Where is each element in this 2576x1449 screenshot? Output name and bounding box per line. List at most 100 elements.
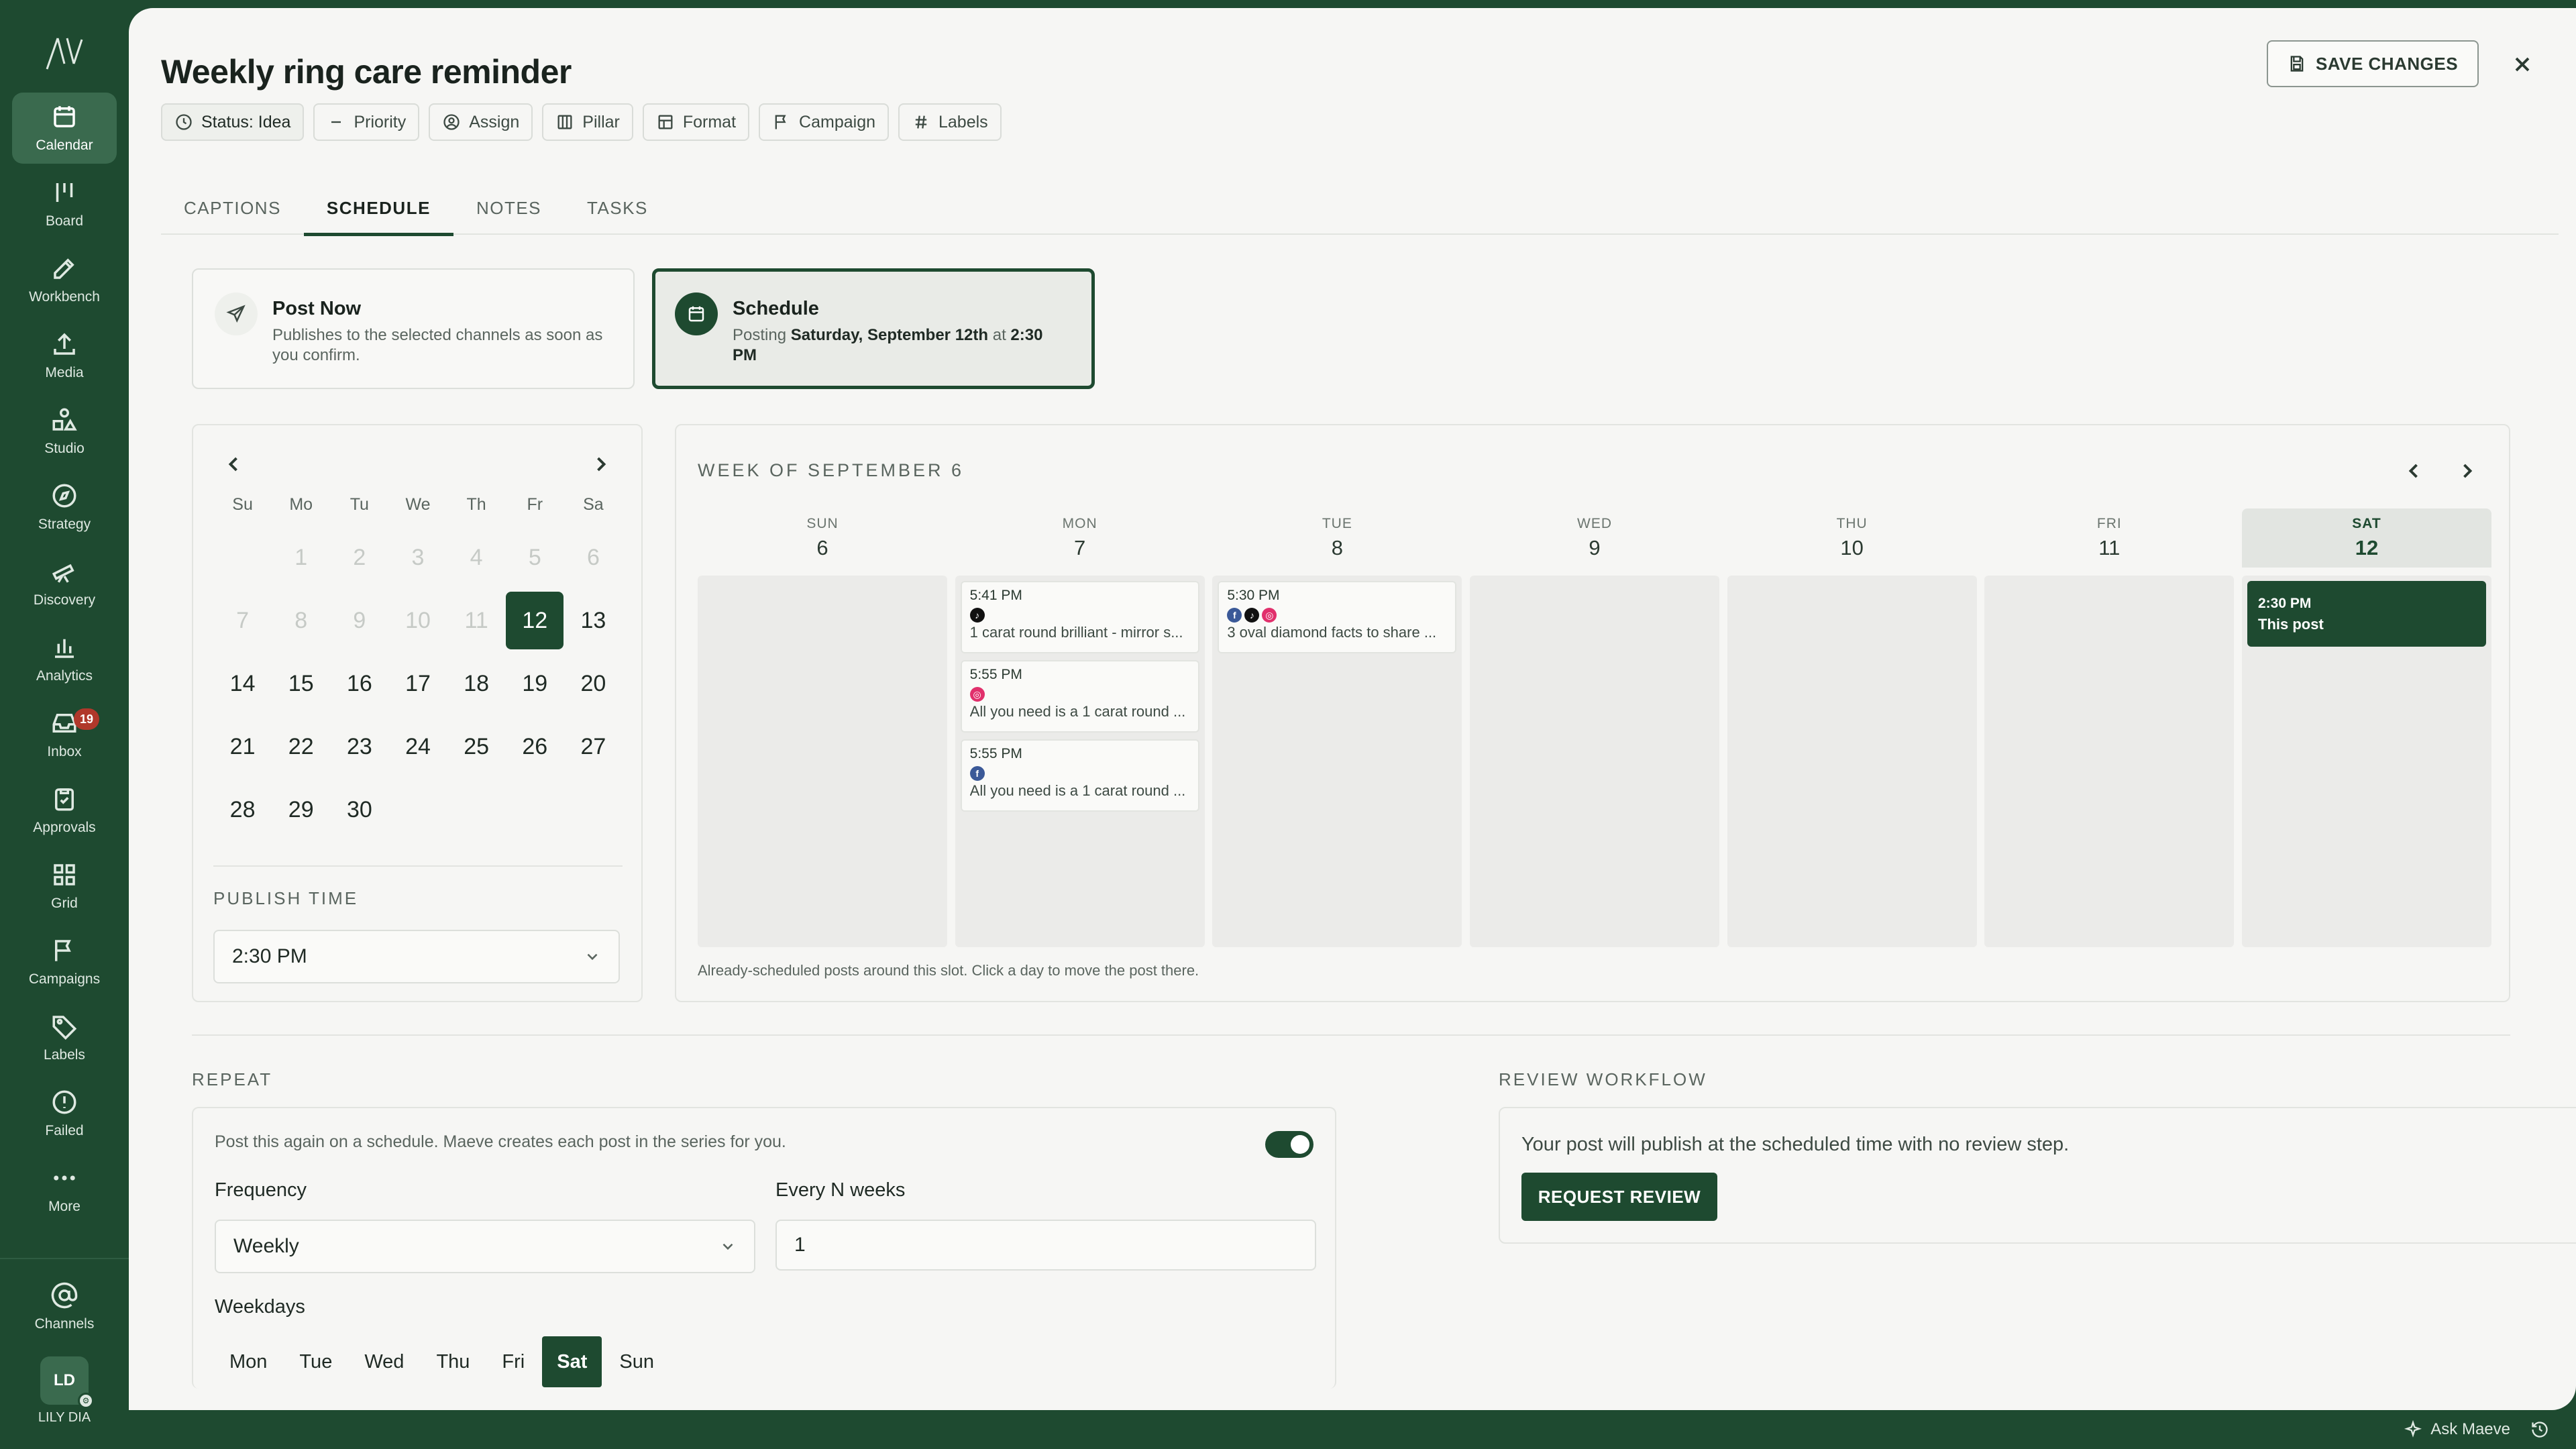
chip-priority[interactable]: Priority	[313, 103, 420, 141]
sidebar-item-strategy[interactable]: Strategy	[12, 472, 117, 543]
avatar[interactable]: LD ⚙	[40, 1356, 94, 1409]
chip-assign[interactable]: Assign	[429, 103, 533, 141]
week-day-tue[interactable]: TUE 8 5:30 PM f ♪ ◎ 3 oval diamond facts t…	[1212, 508, 1462, 947]
flag-icon	[775, 115, 786, 129]
tab-captions[interactable]: CAPTIONS	[161, 181, 304, 235]
sidebar-item-labels[interactable]: Labels	[12, 1002, 117, 1073]
sidebar-item-inbox[interactable]: Inbox 19	[12, 699, 117, 770]
scheduled-post-card[interactable]: 5:30 PM f ♪ ◎ 3 oval diamond facts to shar…	[1218, 581, 1457, 653]
day-slot[interactable]	[1727, 576, 1977, 947]
calendar-day: 11	[447, 589, 506, 652]
day-slot[interactable]	[698, 576, 947, 947]
calendar-day[interactable]: 25	[447, 715, 506, 778]
calendar-day[interactable]: 16	[330, 652, 388, 715]
week-day-sat[interactable]: SAT 12 2:30 PM This post	[2242, 508, 2491, 947]
calendar-day[interactable]: 14	[213, 652, 272, 715]
scheduled-post-card[interactable]: 5:55 PM f All you need is a 1 carat roun…	[960, 739, 1199, 812]
prev-week-button[interactable]	[2402, 459, 2426, 483]
week-day-wed[interactable]: WED 9	[1470, 508, 1719, 947]
calendar-day: 4	[447, 526, 506, 589]
tab-tasks[interactable]: TASKS	[564, 181, 671, 235]
sidebar-item-channels[interactable]: Channels	[12, 1271, 117, 1342]
tab-notes[interactable]: NOTES	[453, 181, 564, 235]
section-divider	[192, 1034, 2510, 1036]
post-now-option[interactable]: Post Now Publishes to the selected chann…	[192, 268, 635, 389]
calendar-day[interactable]: 23	[330, 715, 388, 778]
calendar-day[interactable]: 21	[213, 715, 272, 778]
sidebar-item-media[interactable]: Media	[12, 320, 117, 391]
calendar-day[interactable]: 27	[564, 715, 623, 778]
sidebar-item-grid[interactable]: Grid	[12, 851, 117, 922]
save-changes-button[interactable]: SAVE CHANGES	[2267, 40, 2479, 87]
day-slot[interactable]: 2:30 PM This post	[2242, 576, 2491, 947]
day-name: FRI	[2096, 516, 2122, 531]
sidebar-item-more[interactable]: More	[12, 1154, 117, 1225]
sidebar-item-studio[interactable]: Studio	[12, 396, 117, 467]
day-slot[interactable]: 5:41 PM ♪ 1 carat round brilliant - mirr…	[955, 576, 1205, 947]
calendar-day[interactable]: 26	[506, 715, 564, 778]
day-slot[interactable]	[1470, 576, 1719, 947]
post-now-description: Publishes to the selected channels as so…	[272, 326, 603, 364]
request-review-button[interactable]: REQUEST REVIEW	[1521, 1173, 1717, 1221]
weekday-toggle-thu[interactable]: Thu	[421, 1336, 484, 1387]
calendar-day[interactable]: 19	[506, 652, 564, 715]
app-logo[interactable]	[43, 30, 86, 76]
calendar-day[interactable]: 22	[272, 715, 330, 778]
weekday-toggle-wed[interactable]: Wed	[350, 1336, 419, 1387]
day-slot[interactable]	[1984, 576, 2235, 947]
sidebar-item-approvals[interactable]: Approvals	[12, 775, 117, 846]
week-columns: SUN 6 MON 7 5:41 PM ♪ 1 carat round bril…	[698, 508, 2491, 947]
calendar-day-selected[interactable]: 12	[506, 589, 564, 652]
next-month-button[interactable]	[589, 452, 613, 476]
current-post-card[interactable]: 2:30 PM This post	[2247, 581, 2486, 647]
sidebar-item-board[interactable]: Board	[12, 168, 117, 239]
weekday-toggle-sat[interactable]: Sat	[542, 1336, 602, 1387]
history-icon[interactable]	[2530, 1420, 2549, 1439]
user-profile[interactable]: LD ⚙ LILY DIA	[38, 1356, 94, 1426]
every-n-weeks-input[interactable]: 1	[775, 1220, 1316, 1271]
week-day-sun[interactable]: SUN 6	[698, 508, 947, 947]
calendar-day[interactable]: 29	[272, 778, 330, 841]
weekday-toggle-sun[interactable]: Sun	[604, 1336, 669, 1387]
calendar-day[interactable]: 28	[213, 778, 272, 841]
calendar-day[interactable]: 24	[388, 715, 447, 778]
sidebar-item-discovery[interactable]: Discovery	[12, 547, 117, 619]
calendar-day[interactable]: 15	[272, 652, 330, 715]
calendar-day[interactable]: 17	[388, 652, 447, 715]
chip-campaign[interactable]: Campaign	[759, 103, 889, 141]
calendar-day[interactable]: 18	[447, 652, 506, 715]
prev-month-button[interactable]	[221, 452, 246, 476]
tab-schedule[interactable]: SCHEDULE	[303, 181, 453, 236]
next-week-button[interactable]	[2455, 459, 2479, 483]
calendar-day[interactable]: 20	[564, 652, 623, 715]
day-number: 25	[464, 733, 490, 759]
repeat-toggle[interactable]	[1265, 1131, 1313, 1158]
day-slot[interactable]: 5:30 PM f ♪ ◎ 3 oval diamond facts to shar…	[1212, 576, 1462, 947]
week-day-thu[interactable]: THU 10	[1727, 508, 1977, 947]
weekday-toggle-tue[interactable]: Tue	[284, 1336, 347, 1387]
sidebar-item-campaigns[interactable]: Campaigns	[12, 926, 117, 998]
chip-format[interactable]: Format	[642, 103, 750, 141]
scheduled-post-card[interactable]: 5:41 PM ♪ 1 carat round brilliant - mirr…	[960, 581, 1199, 653]
scheduled-post-card[interactable]: 5:55 PM ◎ All you need is a 1 carat roun…	[960, 660, 1199, 733]
sidebar-item-analytics[interactable]: Analytics	[12, 623, 117, 694]
sidebar-item-failed[interactable]: Failed	[12, 1078, 117, 1149]
week-day-fri[interactable]: FRI 11	[1984, 508, 2235, 947]
weekday-toggle-fri[interactable]: Fri	[487, 1336, 539, 1387]
schedule-option[interactable]: Schedule Posting Saturday, September 12t…	[652, 268, 1095, 389]
page-title: Weekly ring care reminder	[161, 53, 572, 91]
ask-maeve-button[interactable]: Ask Maeve	[2404, 1420, 2510, 1439]
sidebar-item-workbench[interactable]: Workbench	[12, 244, 117, 315]
publish-time-select[interactable]: 2:30 PM	[213, 930, 620, 983]
chip-status-idea[interactable]: Status: Idea	[161, 103, 305, 141]
day-number: 29	[288, 796, 314, 822]
weekday-toggle-mon[interactable]: Mon	[215, 1336, 282, 1387]
chip-pillar[interactable]: Pillar	[542, 103, 633, 141]
calendar-day[interactable]: 13	[564, 589, 623, 652]
calendar-day[interactable]: 30	[330, 778, 388, 841]
frequency-select[interactable]: Weekly	[215, 1220, 755, 1273]
sidebar-item-calendar[interactable]: Calendar	[12, 93, 117, 164]
close-button[interactable]	[2510, 52, 2534, 76]
chip-labels[interactable]: Labels	[898, 103, 1002, 141]
week-day-mon[interactable]: MON 7 5:41 PM ♪ 1 carat round brilliant …	[955, 508, 1205, 947]
